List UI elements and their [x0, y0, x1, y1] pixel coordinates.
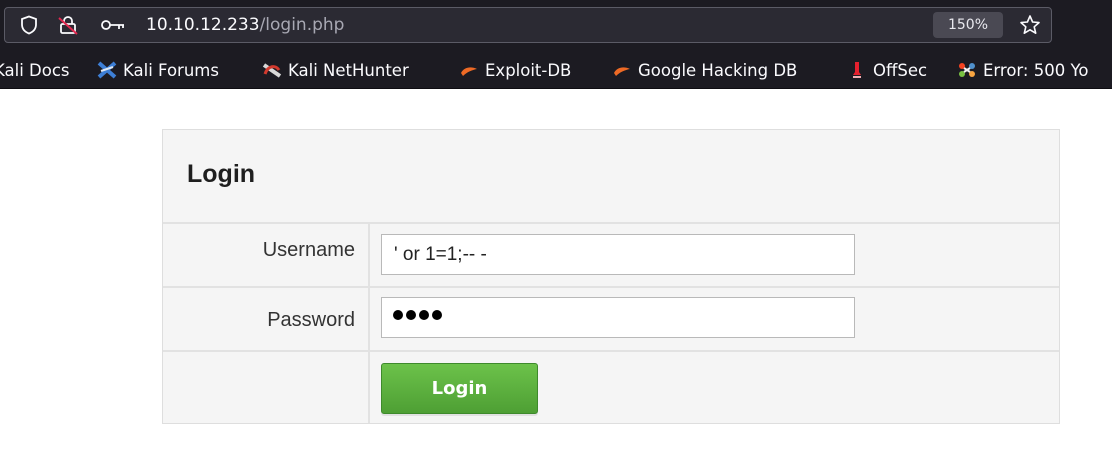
exploit-db-icon: [461, 67, 477, 76]
url-text[interactable]: 10.10.12.233/login.php: [146, 8, 344, 42]
bookmark-offsec[interactable]: OffSec: [847, 52, 927, 88]
bookmark-kali-forums[interactable]: Kali Forums: [97, 52, 219, 88]
bookmarks-toolbar: Kali Docs Kali Forums Kali NetHunter Exp…: [0, 52, 1112, 89]
login-form: Login Username Password Login: [162, 129, 1060, 424]
url-path: /login.php: [259, 15, 345, 35]
bookmark-label: Exploit-DB: [485, 60, 572, 80]
bookmark-error-500[interactable]: Error: 500 Yo: [957, 52, 1088, 88]
divider: [163, 350, 1059, 352]
bookmark-label: Google Hacking DB: [638, 60, 798, 80]
bookmark-label: Kali Forums: [123, 60, 219, 80]
password-input[interactable]: [381, 297, 855, 338]
login-submit-button[interactable]: Login: [381, 363, 538, 414]
nethunter-icon: [262, 63, 282, 78]
shield-icon[interactable]: [17, 8, 41, 42]
login-heading: Login: [187, 160, 256, 188]
password-label: Password: [267, 309, 355, 331]
bookmark-google-hacking-db[interactable]: Google Hacking DB: [612, 52, 797, 88]
bookmark-exploit-db[interactable]: Exploit-DB: [459, 52, 571, 88]
bookmark-label: OffSec: [873, 60, 928, 80]
bookmark-label: Kali Docs: [0, 60, 70, 80]
joomla-icon: [959, 63, 975, 77]
zoom-level-badge[interactable]: 150%: [933, 12, 1003, 38]
divider: [163, 286, 1059, 288]
divider: [163, 222, 1059, 224]
username-input[interactable]: [381, 234, 855, 275]
lock-insecure-icon[interactable]: [55, 8, 81, 42]
bookmark-kali-docs[interactable]: Kali Docs: [0, 52, 70, 88]
url-host: 10.10.12.233: [146, 15, 260, 35]
address-bar[interactable]: 10.10.12.233/login.php 150%: [4, 7, 1052, 43]
password-mask-dots: [393, 310, 442, 320]
bookmark-label: Error: 500 Yo: [983, 60, 1089, 80]
browser-toolbar: 10.10.12.233/login.php 150%: [0, 0, 1112, 52]
ghdb-icon: [614, 67, 630, 76]
key-icon[interactable]: [99, 8, 127, 42]
kali-forums-icon: [97, 61, 117, 79]
column-divider: [368, 223, 370, 423]
offsec-icon: [853, 62, 861, 78]
username-label: Username: [262, 239, 355, 261]
bookmark-label: Kali NetHunter: [288, 60, 409, 80]
star-bookmark-icon[interactable]: [1019, 8, 1041, 42]
bookmark-kali-nethunter[interactable]: Kali NetHunter: [262, 52, 409, 88]
